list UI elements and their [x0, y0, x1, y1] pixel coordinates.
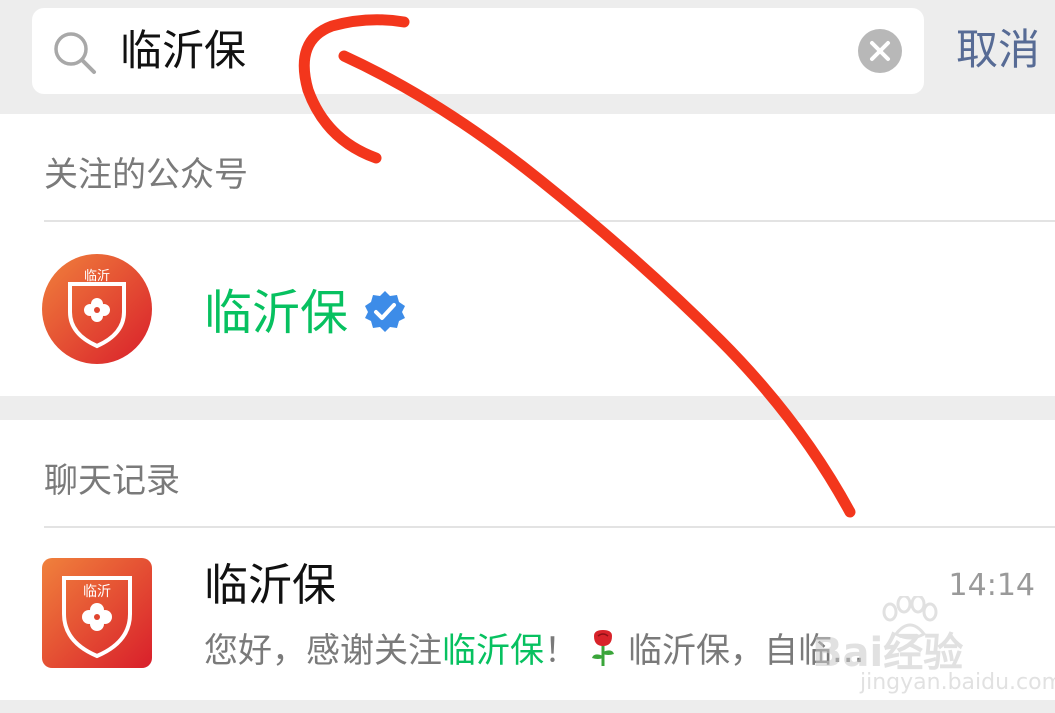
search-input[interactable] — [120, 20, 840, 82]
avatar-text: 临沂 — [83, 584, 111, 600]
divider — [44, 220, 1055, 222]
preview-highlight: 临沂保 — [442, 631, 544, 671]
section-title: 聊天记录 — [44, 461, 180, 501]
preview-prefix: 您好，感谢关注 — [204, 631, 442, 671]
search-icon — [54, 32, 96, 74]
cancel-button[interactable]: 取消 — [956, 22, 1040, 78]
watermark: Bai经验 jingyan.baidu.com — [812, 596, 1055, 700]
chat-title: 临沂保 — [204, 560, 336, 611]
chat-avatar: 临沂 — [42, 558, 152, 668]
account-avatar: 临沂 — [42, 254, 152, 364]
search-bar: 取消 — [0, 0, 1055, 112]
avatar-text: 临沂 — [84, 269, 110, 284]
rose-emoji-icon — [592, 630, 614, 666]
divider — [44, 526, 1055, 528]
clear-icon[interactable] — [858, 29, 902, 73]
verified-badge-icon — [365, 291, 405, 332]
followed-accounts-section: 关注的公众号 临沂 临沂保 — [0, 114, 1055, 396]
account-name[interactable]: 临沂保 — [204, 284, 348, 342]
watermark-sub: jingyan.baidu.com — [860, 670, 1055, 695]
section-title: 关注的公众号 — [44, 155, 248, 195]
preview-mid: ！ — [544, 631, 578, 671]
search-box[interactable] — [32, 8, 924, 94]
